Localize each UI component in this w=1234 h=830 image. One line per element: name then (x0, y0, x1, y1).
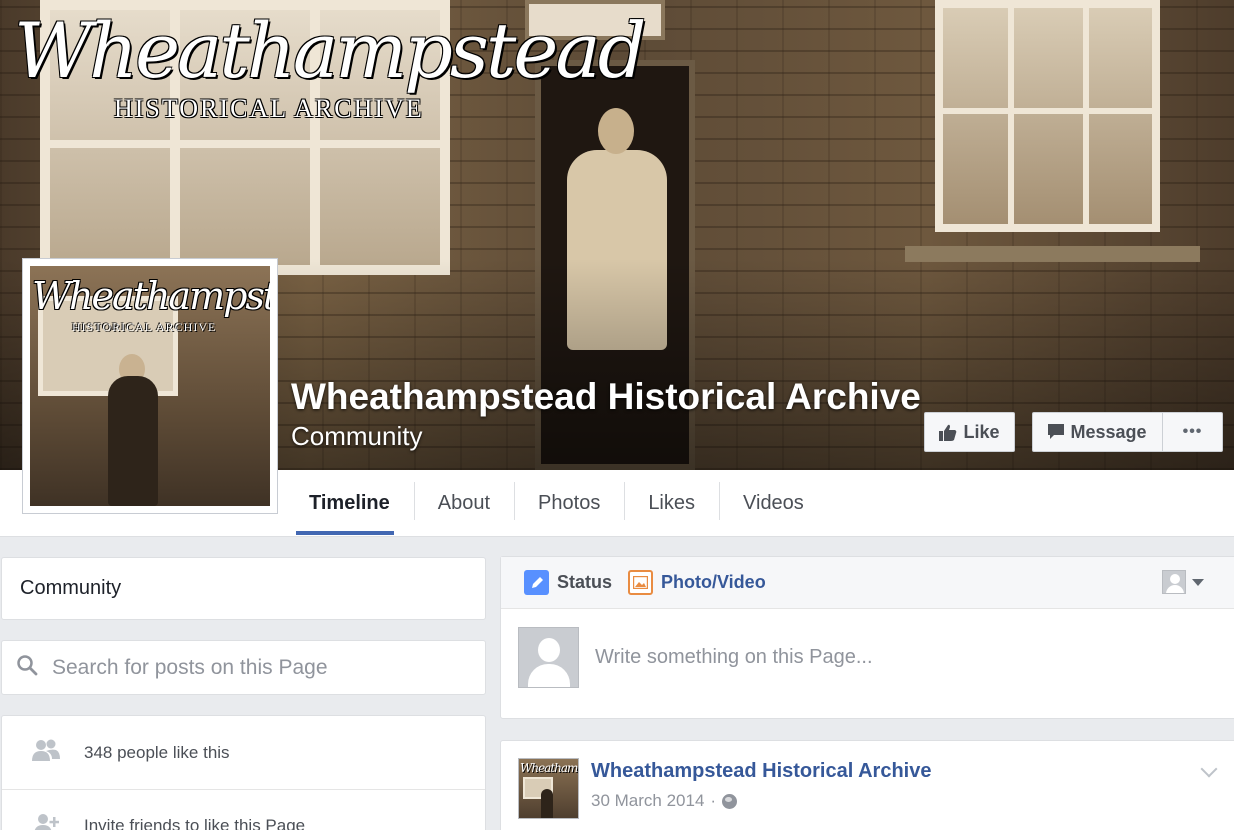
post-as-selector[interactable] (1162, 570, 1204, 594)
page-tabs: Timeline About Photos Likes Videos (285, 470, 828, 537)
composer-tab-photo-video[interactable]: Photo/Video (628, 570, 766, 595)
like-button[interactable]: Like (924, 412, 1015, 452)
thumbs-up-icon (939, 424, 957, 441)
post-date-separator: · (710, 791, 717, 810)
pencil-icon (524, 570, 549, 595)
post-date-row: 30 March 2014 · (591, 791, 931, 811)
tab-about[interactable]: About (413, 470, 514, 537)
invite-friends-label: Invite friends to like this Page (84, 816, 306, 830)
tab-likes[interactable]: Likes (624, 470, 719, 537)
invite-friends-row[interactable]: Invite friends to like this Page (2, 789, 485, 830)
cover-logo-caps: HISTORICAL ARCHIVE (114, 94, 424, 123)
category-card: Community (1, 557, 486, 620)
search-icon (16, 654, 38, 681)
composer-tab-status[interactable]: Status (524, 570, 612, 595)
more-options-icon: ••• (1182, 423, 1203, 440)
profile-logo-script: Wheathampstead (32, 274, 270, 318)
message-button-label: Message (1070, 421, 1147, 442)
page-stats-card: 348 people like this Invite friends to l… (1, 715, 486, 830)
category-label[interactable]: Community (20, 577, 121, 600)
globe-icon (722, 793, 738, 809)
likes-count-label: 348 people like this (84, 742, 230, 762)
user-avatar (518, 627, 579, 688)
post-author-link[interactable]: Wheathampstead Historical Archive (591, 760, 931, 783)
composer-tab-photo-video-label: Photo/Video (661, 572, 766, 592)
tab-timeline[interactable]: Timeline (285, 470, 414, 537)
page-title: Wheathampstead Historical Archive (291, 376, 921, 417)
page-search-box[interactable] (1, 640, 486, 695)
like-button-label: Like (963, 421, 1000, 442)
composer-tab-status-label: Status (557, 572, 613, 592)
user-avatar-icon (1162, 570, 1186, 594)
message-button[interactable]: Message (1032, 412, 1162, 452)
profile-logo-caps: HISTORICAL ARCHIVE (72, 320, 217, 334)
search-input[interactable] (52, 655, 472, 680)
composer-tabs: Status Photo/Video (501, 557, 1234, 609)
tab-photos[interactable]: Photos (514, 470, 624, 537)
chevron-down-icon (1192, 578, 1204, 586)
post-author-avatar[interactable]: Wheathampstead (518, 758, 579, 819)
post-avatar-logo: Wheathampstead (520, 761, 578, 775)
people-icon (32, 739, 60, 766)
post-meta: Wheathampstead Historical Archive 30 Mar… (591, 758, 931, 819)
photo-icon (628, 570, 654, 595)
post-header: Wheathampstead Wheathampstead Historical… (518, 758, 931, 819)
profile-picture[interactable]: Wheathampstead HISTORICAL ARCHIVE (22, 258, 278, 514)
composer-body (501, 609, 1234, 706)
more-options-button[interactable]: ••• (1162, 412, 1223, 452)
message-icon (1048, 424, 1065, 440)
timeline-post: Wheathampstead Wheathampstead Historical… (500, 740, 1234, 830)
cover-logo: Wheathampstead HISTORICAL ARCHIVE (14, 6, 646, 156)
post-date[interactable]: 30 March 2014 (591, 791, 704, 811)
composer-input[interactable] (595, 646, 1195, 669)
post-composer: Status Photo/Video (500, 556, 1234, 719)
post-options-chevron-icon[interactable] (1200, 760, 1218, 778)
add-friend-icon (32, 813, 60, 830)
likes-count-row[interactable]: 348 people like this (2, 716, 485, 789)
page-category[interactable]: Community (291, 421, 422, 452)
cover-logo-script: Wheathampstead (14, 6, 646, 95)
tab-videos[interactable]: Videos (719, 470, 828, 537)
